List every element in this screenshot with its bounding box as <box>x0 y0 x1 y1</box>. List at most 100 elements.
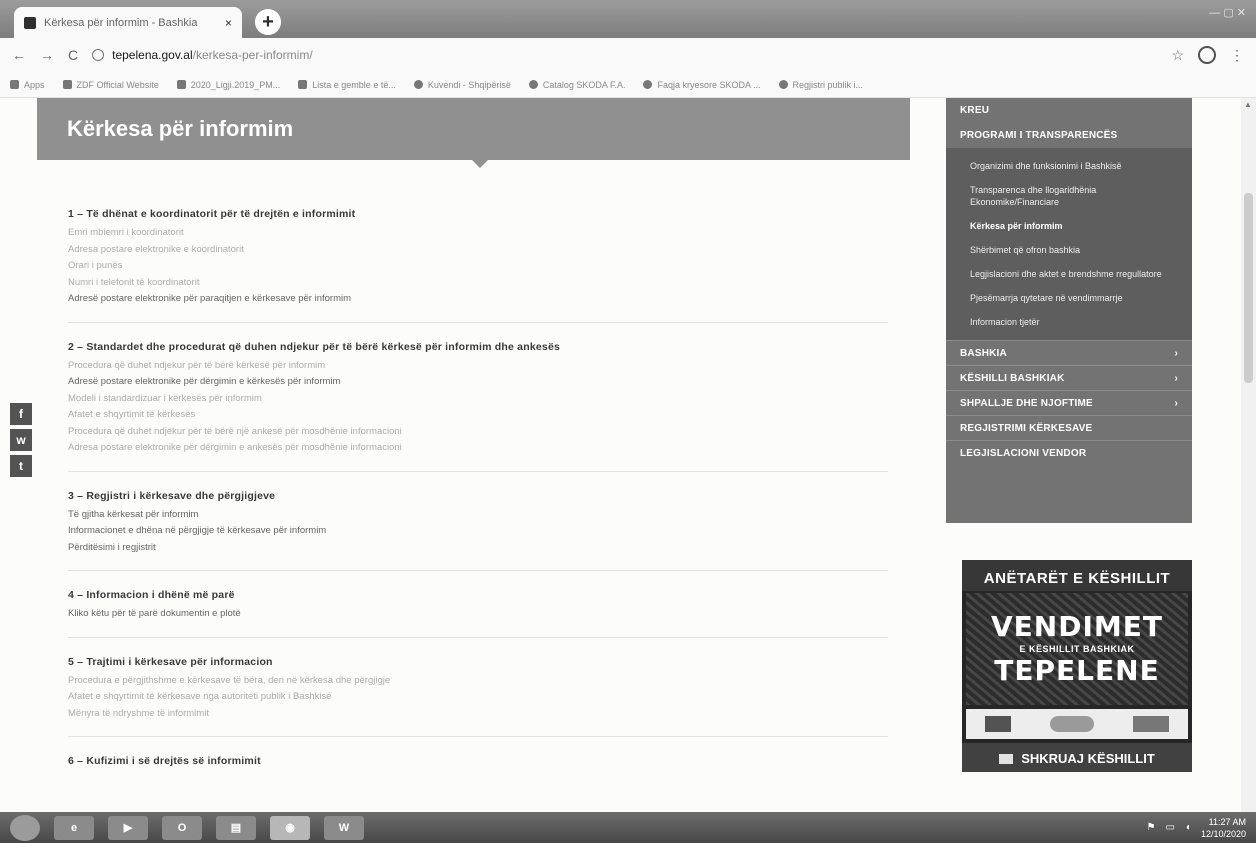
section-title: 3 – Regjistri i kërkesave dhe përgjigjev… <box>68 489 276 502</box>
content-link[interactable]: Procedura që duhet ndjekur për të bërë n… <box>68 424 888 441</box>
section-title: 5 – Trajtimi i kërkesave për informacion <box>68 655 273 668</box>
start-button-icon[interactable] <box>10 814 40 841</box>
content-link[interactable]: Modeli i standardizuar i kërkesës për in… <box>68 391 888 408</box>
url-path: /kerkesa-per-informim/ <box>192 48 313 62</box>
apps-icon <box>10 80 19 89</box>
bookmark-item[interactable]: Regjistri publik i... <box>778 79 864 90</box>
browser-menu-icon[interactable]: ⋮ <box>1230 47 1244 64</box>
file-explorer-icon[interactable]: ▤ <box>216 815 256 840</box>
back-icon[interactable]: ← <box>12 47 26 63</box>
page-scrollbar[interactable]: ▲ <box>1241 98 1256 812</box>
sidebar-item-shpallje[interactable]: SHPALLJE DHE NJOFTIME › <box>946 390 1192 415</box>
sidebar-item-legjislacioni[interactable]: LEGJISLACIONI VENDOR <box>946 440 1192 465</box>
bookmark-label: Regjistri publik i... <box>792 79 864 90</box>
outlook-icon[interactable]: O <box>162 815 202 840</box>
content-link[interactable]: Adresë postare elektronike për paraqitje… <box>68 291 888 308</box>
clock-time: 11:27 AM <box>1208 816 1246 827</box>
sidebar-item-keshilli[interactable]: KËSHILLI BASHKIAK › <box>946 365 1192 390</box>
bookmark-icon <box>62 80 72 89</box>
favicon-icon <box>24 16 36 29</box>
browser-tabstrip: Kërkesa për informim - Bashkia × + — ▢ ✕ <box>0 0 1256 38</box>
write-council-button[interactable]: SHKRUAJ KËSHILLIT <box>962 743 1192 772</box>
bookmark-item[interactable]: ZDF Official Website <box>62 80 159 90</box>
sidebar-item-kreu[interactable]: KREU <box>946 98 1192 123</box>
facebook-icon[interactable]: f <box>10 403 32 425</box>
windows-taskbar: e ▶ O ▤ ◉ W ⚑ ▭ ◖ 11:27 AM 12/10/2020 <box>0 812 1256 843</box>
word-icon[interactable]: W <box>324 815 364 840</box>
sidebar-subitem[interactable]: Organizimi dhe funksionimi i Bashkisë <box>946 154 1192 178</box>
sidebar-subitem[interactable]: Legjislacioni dhe aktet e brendshme rreg… <box>946 262 1192 286</box>
bookmark-label: Kuvendi - Shqipërisë <box>427 79 511 90</box>
sidebar-subitem[interactable]: Transparenca dhe llogaridhënia Ekonomike… <box>946 178 1192 214</box>
reload-icon[interactable]: C <box>68 47 78 63</box>
chrome-icon[interactable]: ◉ <box>270 815 310 840</box>
url-host: tepelena.gov.al <box>112 48 193 62</box>
globe-icon <box>413 80 423 89</box>
content-link[interactable]: Procedura që duhet ndjekur për të bërë k… <box>68 358 888 375</box>
sidebar-item-bashkia[interactable]: BASHKIA › <box>946 340 1192 365</box>
bookmark-item[interactable]: Lista e gemble e të... <box>298 80 396 90</box>
forward-icon[interactable]: → <box>40 47 54 63</box>
sidebar-subitem[interactable]: Pjesëmarrja qytetare në vendimmarrje <box>946 286 1192 310</box>
bookmark-label: 2020_Ligji.2019_PM... <box>190 79 281 90</box>
account-icon[interactable] <box>1198 46 1216 64</box>
new-tab-button[interactable]: + <box>255 9 281 35</box>
twitter-icon[interactable]: t <box>10 455 32 477</box>
banner-decisions[interactable]: VENDIMET E KËSHILLIT BASHKIAK TEPELENE <box>966 593 1188 705</box>
bookmark-item[interactable]: 2020_Ligji.2019_PM... <box>176 79 281 90</box>
url-text[interactable]: tepelena.gov.al/kerkesa-per-informim/ <box>112 48 313 62</box>
sidebar-item-regjistrimi[interactable]: REGJISTRIMI KËRKESAVE <box>946 415 1192 440</box>
site-info-icon[interactable] <box>92 49 105 61</box>
bookmark-item[interactable]: Apps <box>10 80 45 90</box>
sidebar-label: BASHKIA <box>960 348 1007 359</box>
network-icon[interactable]: ▭ <box>1165 822 1174 833</box>
council-banner[interactable]: ANËTARËT E KËSHILLIT VENDIMET E KËSHILLI… <box>962 560 1192 772</box>
content-link[interactable]: Adresa postare elektronike për dërgimin … <box>68 440 888 457</box>
banner-heading[interactable]: ANËTARËT E KËSHILLIT <box>962 560 1192 591</box>
section-title: 1 – Të dhënat e koordinatorit për të dre… <box>68 208 356 220</box>
content-link[interactable]: Numri i telefonit të koordinatorit <box>68 275 888 292</box>
section-previous-info: 4 – Informacion i dhënë më parë Kliko kë… <box>68 589 888 638</box>
sidebar-subitem[interactable]: Shërbimet që ofron bashkia <box>946 238 1192 262</box>
sidebar-item-programi-transparences[interactable]: PROGRAMI I TRANSPARENCËS <box>946 123 1192 148</box>
tab-close-icon[interactable]: × <box>225 16 232 30</box>
media-player-icon[interactable]: ▶ <box>108 815 148 840</box>
bookmark-label: Faqja kryesore SKODA ... <box>657 79 761 90</box>
bookmark-star-icon[interactable]: ☆ <box>1171 47 1184 64</box>
sidebar-subitem[interactable]: Informacion tjetër <box>946 310 1192 334</box>
scroll-up-icon[interactable]: ▲ <box>1244 100 1252 109</box>
sidebar-label: KËSHILLI BASHKIAK <box>960 373 1065 384</box>
content-link[interactable]: Adresa postare elektronike e koordinator… <box>68 242 888 259</box>
content-link[interactable]: Emri mbiemri i koordinatorit <box>68 225 888 242</box>
ie-icon[interactable]: e <box>54 815 94 840</box>
content-link[interactable]: Afatet e shqyrtimit të kërkesës <box>68 407 888 424</box>
window-controls[interactable]: — ▢ ✕ <box>1209 6 1246 19</box>
content-link[interactable]: Kliko këtu për të parë dokumentin e plot… <box>68 606 888 623</box>
envelope-icon <box>999 753 1014 764</box>
sidebar-submenu: Organizimi dhe funksionimi i Bashkisë Tr… <box>946 148 1192 340</box>
address-bar[interactable]: tepelena.gov.al/kerkesa-per-informim/ <box>92 42 1157 68</box>
sidebar-subitem-active[interactable]: Kërkesa për informim <box>946 214 1192 238</box>
section-standards: 2 – Standardet dhe procedurat që duhen n… <box>68 341 888 472</box>
bookmark-item[interactable]: Kuvendi - Shqipërisë <box>413 79 511 90</box>
content-link[interactable]: Procedura e përgjithshme e kërkesave të … <box>68 673 888 690</box>
browser-tab[interactable]: Kërkesa për informim - Bashkia × <box>14 7 242 38</box>
scrollbar-thumb[interactable] <box>1244 193 1253 383</box>
content-link[interactable]: Të gjitha kërkesat për informim <box>68 507 888 524</box>
volume-icon[interactable]: ◖ <box>1185 822 1191 833</box>
sidebar-label: SHPALLJE DHE NJOFTIME <box>960 398 1093 409</box>
system-clock[interactable]: 11:27 AM 12/10/2020 <box>1201 816 1246 840</box>
content-link[interactable]: Orari i punës <box>68 258 888 275</box>
content-link[interactable]: Mënyra të ndryshme të informimit <box>68 706 888 723</box>
content-link[interactable]: Informacionet e dhëna në përgjigje të kë… <box>68 523 888 540</box>
whatsapp-icon[interactable]: w <box>10 429 32 451</box>
content-link[interactable]: Përditësimi i regjistrit <box>68 540 888 557</box>
bookmark-item[interactable]: Catalog SKODA F.A. <box>528 79 626 90</box>
bookmark-item[interactable]: Faqja kryesore SKODA ... <box>643 79 761 90</box>
flag-icon[interactable]: ⚑ <box>1146 822 1155 833</box>
content-link[interactable]: Adresë postare elektronike për dërgimin … <box>68 374 888 391</box>
bookmark-label: Catalog SKODA F.A. <box>542 79 626 90</box>
banner-subtitle: E KËSHILLIT BASHKIAK <box>1019 644 1135 654</box>
eu-logo-icon <box>985 716 1012 732</box>
content-link[interactable]: Afatet e shqyrtimit të kërkesave nga aut… <box>68 689 888 706</box>
